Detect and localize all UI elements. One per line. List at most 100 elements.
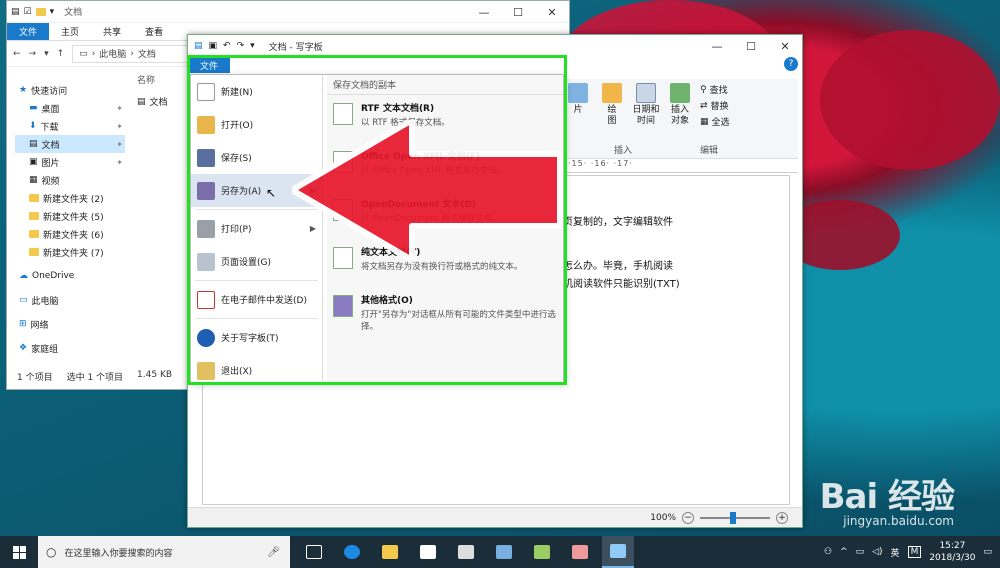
taskbar-file-explorer[interactable] [374, 536, 406, 568]
quick-access-toolbar-icon[interactable]: ▤ [11, 7, 20, 17]
save-option-office-open-xml[interactable]: Office Open XML 文档(F) 以 Office Open XML 格… [327, 143, 563, 191]
people-icon[interactable]: ⚇ [824, 547, 832, 557]
minimize-button[interactable]: — [467, 1, 501, 23]
zoom-slider[interactable] [700, 511, 770, 524]
customize-toolbar-icon[interactable]: ▾ [250, 41, 255, 51]
tab-view[interactable]: 查看 [133, 23, 175, 40]
nav-homegroup[interactable]: ❖ 家庭组 [15, 339, 125, 357]
paint-drawing-button[interactable]: 绘 图 [598, 83, 626, 128]
save-icon[interactable]: ▣ [209, 41, 218, 51]
nav-this-pc[interactable]: ▭ 此电脑 [15, 291, 125, 309]
tab-file[interactable]: 文件 [7, 23, 50, 40]
date-time-button[interactable]: 日期和 时间 [632, 83, 660, 128]
taskbar-store[interactable] [412, 536, 444, 568]
network-status-icon[interactable]: ▭ [856, 547, 865, 557]
start-button[interactable] [0, 536, 38, 568]
zoom-slider-handle[interactable] [730, 511, 736, 524]
save-option-rtf[interactable]: RTF 文本文档(R) 以 RTF 格式保存文档。 [327, 95, 563, 143]
select-all-button[interactable]: ▦ 全选 [700, 115, 730, 129]
taskbar-search-box[interactable]: ○ 在这里输入你要搜索的内容 🎤︎ [38, 536, 290, 568]
taskbar-wordpad[interactable] [602, 536, 634, 568]
taskbar-network-app[interactable] [488, 536, 520, 568]
redo-icon[interactable]: ↷ [237, 41, 245, 51]
menu-item-about[interactable]: 关于写字板(T) [191, 321, 322, 354]
nav-videos[interactable]: ▦ 视频 [15, 171, 125, 189]
ruler: ·15· ·16· ·17· [558, 159, 798, 173]
nav-desktop[interactable]: ▬ 桌面 ✦ [15, 99, 125, 117]
nav-documents[interactable]: ▤ 文档 ✦ [15, 135, 125, 153]
taskbar-mail[interactable] [450, 536, 482, 568]
clock[interactable]: 15:27 2018/3/30 [929, 540, 975, 564]
task-view-button[interactable] [298, 536, 330, 568]
nav-folder-6[interactable]: 新建文件夹 (6) [15, 225, 125, 243]
menu-item-print[interactable]: 打印(P) ▶ [191, 212, 322, 245]
save-option-other-formats[interactable]: 其他格式(O) 打开"另存为"对话框从所有可能的文件类型中进行选择。 [327, 287, 563, 335]
properties-icon[interactable]: ☑ [24, 7, 32, 17]
taskbar-edge[interactable] [336, 536, 368, 568]
picture-icon: ▣ [29, 157, 38, 167]
nav-onedrive[interactable]: ☁ OneDrive [15, 267, 125, 285]
file-menu: 新建(N) 打开(O) 保存(S) 另存为(A) ▶ 打印(P) ▶ 页面设置(G)… [190, 74, 564, 383]
customize-toolbar-icon[interactable]: ▾ [50, 7, 55, 17]
close-button[interactable]: ✕ [535, 1, 569, 23]
chevron-up-icon[interactable]: ^ [840, 547, 848, 557]
breadcrumb-item[interactable]: 文档 [138, 47, 156, 60]
tab-home[interactable]: 主页 [49, 23, 91, 40]
tab-file[interactable]: 文件 [188, 57, 231, 73]
document-icon: ▤ [29, 139, 38, 149]
column-header-name[interactable]: 名称 [137, 73, 168, 87]
save-as-icon [197, 181, 215, 200]
document-line: ，怎么办。毕竟，手机阅读 [553, 261, 673, 272]
close-button[interactable]: ✕ [768, 35, 802, 57]
nav-folder-2[interactable]: 新建文件夹 (2) [15, 189, 125, 207]
microphone-icon[interactable]: 🎤︎ [267, 547, 280, 558]
back-arrow-icon[interactable]: ← [13, 49, 21, 59]
undo-icon[interactable]: ↶ [223, 41, 231, 51]
zoom-out-button[interactable]: − [682, 511, 694, 524]
item-count: 1 个项目 [17, 373, 53, 383]
menu-item-exit[interactable]: 退出(X) [191, 354, 322, 387]
find-button[interactable]: ⚲ 查找 [700, 83, 730, 97]
menu-item-new[interactable]: 新建(N) [191, 75, 322, 108]
insert-object-button[interactable]: 插入 对象 [666, 83, 694, 128]
save-option-plain-text[interactable]: 纯文本文档(T) 将文档另存为没有换行符或格式的纯文本。 [327, 239, 563, 287]
breadcrumb-item[interactable]: 此电脑 [99, 47, 126, 60]
menu-item-save[interactable]: 保存(S) [191, 141, 322, 174]
menu-item-page-setup[interactable]: 页面设置(G) [191, 245, 322, 278]
forward-arrow-icon[interactable]: → [29, 49, 37, 59]
tab-share[interactable]: 共享 [91, 23, 133, 40]
selection-count: 选中 1 个项目 [66, 373, 124, 383]
breadcrumb[interactable]: ▭ › 此电脑 › 文档 [72, 44, 193, 63]
replace-button[interactable]: ⇄ 替换 [700, 99, 730, 113]
recent-locations-icon[interactable]: ▾ [44, 49, 49, 59]
nav-quick-access[interactable]: ★ 快速访问 [15, 81, 125, 99]
ime-mode-icon[interactable]: M [907, 546, 922, 558]
nav-network[interactable]: ⊞ 网络 [15, 315, 125, 333]
menu-item-save-as[interactable]: 另存为(A) ▶ [191, 174, 322, 207]
clock-date: 2018/3/30 [929, 553, 976, 563]
save-option-opendocument[interactable]: OpenDocument 文本(D) 以 OpenDocument 格式保存文档。 [327, 191, 563, 239]
picture-button[interactable]: 片 [564, 83, 592, 128]
star-icon: ★ [19, 85, 28, 95]
list-item[interactable]: ▤ 文档 [137, 95, 168, 109]
menu-item-open[interactable]: 打开(O) [191, 108, 322, 141]
maximize-button[interactable]: ☐ [501, 1, 535, 23]
input-method-indicator[interactable]: 英 [891, 546, 900, 559]
up-arrow-icon[interactable]: ↑ [57, 49, 65, 59]
volume-icon[interactable]: ◁) [872, 547, 882, 557]
zoom-in-button[interactable]: + [776, 511, 788, 524]
printer-icon [197, 219, 215, 238]
nav-downloads[interactable]: ⬇ 下载 ✦ [15, 117, 125, 135]
nav-folder-5[interactable]: 新建文件夹 (5) [15, 207, 125, 225]
paint-palette-icon [602, 83, 622, 103]
minimize-button[interactable]: — [700, 35, 734, 57]
nav-pictures[interactable]: ▣ 图片 ✦ [15, 153, 125, 171]
nav-folder-7[interactable]: 新建文件夹 (7) [15, 243, 125, 261]
menu-item-send-email[interactable]: 在电子邮件中发送(D) [191, 283, 322, 316]
help-icon[interactable]: ? [784, 57, 798, 71]
taskbar-app-6[interactable] [526, 536, 558, 568]
maximize-button[interactable]: ☐ [734, 35, 768, 57]
notification-center-icon[interactable]: ▭ [983, 547, 992, 557]
taskbar-paint[interactable] [564, 536, 596, 568]
binoculars-icon: ⚲ [700, 84, 707, 95]
